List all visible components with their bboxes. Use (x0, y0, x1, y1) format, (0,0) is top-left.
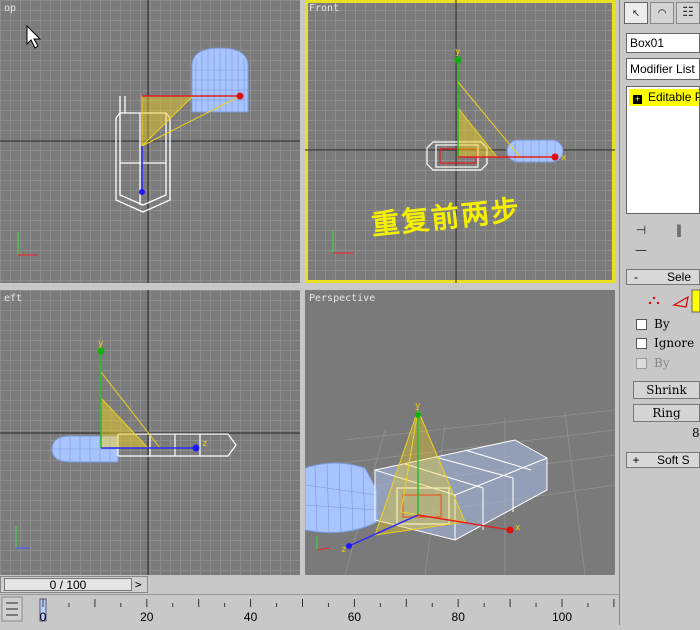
front-viewport[interactable]: yx Front 重复前两步 (305, 0, 615, 283)
perspective-axis-tripod (316, 536, 330, 551)
axis-label-z: z (341, 545, 346, 555)
perspective-cylinder-mesh (305, 461, 378, 534)
axis-label-y: y (415, 401, 421, 411)
time-slider[interactable]: 0 / 100 > (0, 576, 148, 593)
axis-label-z: z (202, 439, 207, 449)
perspective-viewport-scene: y x z (305, 401, 615, 575)
by-vertex-label: By (654, 317, 670, 331)
object-name-field[interactable]: Box01 (626, 33, 700, 53)
top-cylinder-mesh (191, 47, 249, 113)
axis-label-x: x (561, 153, 567, 163)
modifier-stack[interactable]: + Editable P (626, 86, 700, 214)
top-viewport[interactable]: op (0, 0, 300, 283)
track-tick-label: 40 (244, 610, 258, 624)
top-viewport-scene (0, 0, 300, 283)
expand-plus-icon[interactable]: + (633, 95, 642, 104)
ignore-backfacing-checkbox[interactable] (636, 338, 647, 349)
selection-rollout-header[interactable]: - Sele (626, 269, 700, 285)
create-tab-icon[interactable]: ↖ (624, 2, 648, 24)
left-viewport[interactable]: yz eft (0, 290, 300, 575)
axis-label-x: x (515, 523, 521, 533)
pin-stack-icon[interactable]: ⊣— (630, 220, 652, 257)
track-tick-label: 20 (140, 610, 154, 624)
show-end-result-icon[interactable]: ‖ (668, 220, 690, 240)
left-viewport-scene: yz (0, 290, 300, 575)
top-axis-tripod (17, 232, 38, 256)
track-tick-label: 60 (348, 610, 362, 624)
axis-label-y: y (455, 47, 461, 57)
perspective-viewport[interactable]: y x z Perspective (305, 290, 615, 575)
top-viewport-label[interactable]: op (4, 3, 16, 14)
track-tick-label: 0 (40, 610, 47, 624)
mouse-cursor-icon (26, 24, 42, 49)
front-viewport-label[interactable]: Front (309, 3, 339, 14)
stack-item-label: Editable P (648, 90, 699, 104)
by-angle-checkbox[interactable] (636, 358, 647, 369)
track-bar[interactable]: 0 20 40 60 80 100 (0, 594, 619, 626)
next-frame-button[interactable]: > (135, 578, 142, 591)
front-axis-tripod (332, 230, 353, 254)
soft-selection-title: Soft S (657, 453, 690, 467)
modifier-list-dropdown[interactable]: Modifier List (626, 58, 700, 80)
selection-level-icons[interactable] (640, 289, 700, 313)
shrink-button[interactable]: Shrink (633, 381, 700, 399)
selection-count: 8 (692, 426, 700, 440)
selection-rollout-title: Sele (667, 270, 692, 284)
hierarchy-tab-icon[interactable]: ☷ (676, 2, 700, 24)
perspective-viewport-label[interactable]: Perspective (309, 293, 375, 304)
stack-item-editable-poly[interactable]: + Editable P (629, 89, 699, 106)
left-axis-tripod (15, 526, 30, 549)
by-vertex-checkbox[interactable] (636, 319, 647, 330)
front-viewport-scene: yx (305, 0, 615, 283)
track-bar-ruler: 0 20 40 60 80 100 (1, 596, 615, 624)
border-mode-button (691, 289, 700, 313)
vertex-mode-icon (648, 296, 660, 305)
ring-button[interactable]: Ring (633, 404, 700, 422)
axis-label-y: y (98, 339, 104, 349)
by-angle-label: By (654, 356, 670, 370)
ignore-backfacing-label: Ignore (654, 336, 695, 350)
track-tick-label: 80 (452, 610, 466, 624)
time-slider-thumb[interactable]: 0 / 100 (4, 578, 132, 591)
edge-mode-icon (672, 295, 689, 308)
soft-selection-rollout-header[interactable]: + Soft S (626, 452, 700, 468)
track-tick-label: 100 (552, 610, 572, 624)
modify-tab-icon[interactable]: ⌒ (650, 2, 674, 24)
left-viewport-label[interactable]: eft (4, 293, 22, 304)
